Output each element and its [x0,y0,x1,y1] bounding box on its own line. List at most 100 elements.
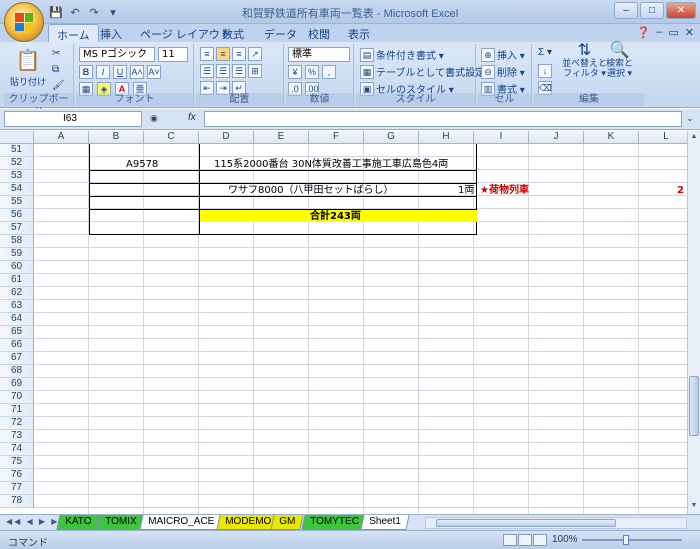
close-button[interactable]: ✕ [666,2,696,19]
sheet-tab-kato[interactable]: KATO [56,515,100,530]
number-format-box[interactable]: 標準 [288,47,350,62]
row-header-72[interactable]: 72 [0,417,34,430]
page-break-view-icon[interactable] [533,534,547,546]
row-header-61[interactable]: 61 [0,274,34,287]
align-center-icon[interactable]: ☰ [216,64,230,78]
fill-icon[interactable]: ↓ [538,64,552,78]
column-header-k[interactable]: K [584,131,639,144]
row-header-70[interactable]: 70 [0,391,34,404]
expand-formula-icon[interactable]: ⌄ [686,113,694,124]
minimize-button[interactable]: – [614,2,638,19]
column-header-j[interactable]: J [529,131,584,144]
merge-center-icon[interactable]: ⊞ [248,64,262,78]
scroll-down-icon[interactable]: ▼ [689,502,699,512]
row-header-75[interactable]: 75 [0,456,34,469]
align-top-icon[interactable]: ≡ [200,47,214,61]
cell-d55[interactable]: 合計243両 [310,210,361,223]
find-select-button[interactable]: 🔍 検索と 選択 ▾ [606,43,633,79]
delete-cells-button[interactable]: ⊖ 削除 ▾ [481,64,525,79]
cell-d52[interactable]: 115系2000番台 30N体質改善工事施工車広島色4両 [214,158,448,171]
row-header-53[interactable]: 53 [0,170,34,183]
row-header-51[interactable]: 51 [0,144,34,157]
tab-insert[interactable]: 挿入 [92,24,130,42]
column-header-a[interactable]: A [34,131,89,144]
row-header-69[interactable]: 69 [0,378,34,391]
comma-button[interactable]: , [322,65,336,79]
tab-data[interactable]: データ [256,24,305,42]
office-button[interactable] [4,2,44,42]
tab-review[interactable]: 校閲 [300,24,338,42]
column-header-b[interactable]: B [89,131,144,144]
function-icon[interactable]: fx [188,112,196,123]
underline-button[interactable]: U [113,65,127,79]
shrink-font-button[interactable]: A˅ [147,65,161,79]
column-header-e[interactable]: E [254,131,309,144]
zoom-level[interactable]: 100% [552,534,578,545]
row-header-78[interactable]: 78 [0,495,34,508]
select-all-corner[interactable] [0,131,34,144]
cell-d54[interactable]: ワサフ8000（八甲田セットばらし） [228,184,393,197]
font-size-box[interactable]: 11 [158,47,188,62]
cell-h54[interactable]: 1両 [458,184,474,197]
scroll-up-icon[interactable]: ▲ [689,133,699,143]
worksheet-grid[interactable]: ABCDEFGHIJKL 51 52 53 54 55 56 57 58 59 60 61 62 63 6… [0,131,687,514]
name-box[interactable]: I63 [4,111,142,127]
column-header-d[interactable]: D [199,131,254,144]
row-header-59[interactable]: 59 [0,248,34,261]
row-header-67[interactable]: 67 [0,352,34,365]
cut-icon[interactable]: ✂ [52,48,60,59]
row-header-66[interactable]: 66 [0,339,34,352]
align-right-icon[interactable]: ☰ [232,64,246,78]
column-header-i[interactable]: I [474,131,529,144]
row-header-56[interactable]: 56 [0,209,34,222]
sheet-tab-tomytec[interactable]: TOMYTEC [301,515,368,530]
column-header-g[interactable]: G [364,131,419,144]
row-header-77[interactable]: 77 [0,482,34,495]
percent-button[interactable]: % [305,65,319,79]
column-header-f[interactable]: F [309,131,364,144]
row-header-58[interactable]: 58 [0,235,34,248]
row-header-64[interactable]: 64 [0,313,34,326]
sheet-tab-sheet1[interactable]: Sheet1 [360,515,410,530]
format-painter-icon[interactable]: 🖌 [52,80,65,91]
align-middle-icon[interactable]: ≡ [216,47,230,61]
row-header-68[interactable]: 68 [0,365,34,378]
row-header-52[interactable]: 52 [0,157,34,170]
autosum-button[interactable]: Σ ▾ [538,47,552,58]
orientation-icon[interactable]: ↗ [248,47,262,61]
cell-b52[interactable]: A9578 [126,158,158,171]
vertical-scroll-thumb[interactable] [689,376,699,436]
cell-i54[interactable]: ★荷物列車 [480,184,529,197]
sheet-tab-tomix[interactable]: TOMIX [96,515,146,530]
zoom-slider-knob[interactable] [623,535,629,545]
row-header-71[interactable]: 71 [0,404,34,417]
column-header-l[interactable]: L [639,131,687,144]
column-header-h[interactable]: H [419,131,474,144]
sort-filter-button[interactable]: ⇅ 並べ替えと フィルタ ▾ [562,43,607,79]
align-left-icon[interactable]: ☰ [200,64,214,78]
page-layout-view-icon[interactable] [518,534,532,546]
cell-l54[interactable]: 2 [677,184,684,197]
row-header-73[interactable]: 73 [0,430,34,443]
row-header-63[interactable]: 63 [0,300,34,313]
horizontal-scrollbar[interactable] [425,517,687,529]
sheet-tab-gm[interactable]: GM [270,515,304,530]
row-header-60[interactable]: 60 [0,261,34,274]
formula-input[interactable] [204,111,682,127]
column-header-c[interactable]: C [144,131,199,144]
tab-view[interactable]: 表示 [340,24,378,42]
tab-formulas[interactable]: 数式 [214,24,252,42]
help-icon[interactable]: ❓ [637,26,651,39]
insert-cells-button[interactable]: ⊕ 挿入 ▾ [481,47,525,62]
conditional-format-button[interactable]: ▤ 条件付き書式 ▾ [360,47,444,62]
row-header-62[interactable]: 62 [0,287,34,300]
ribbon-close-icon[interactable]: ✕ [685,26,694,39]
format-as-table-button[interactable]: ▦ テーブルとして書式設定 ▾ [360,64,493,79]
font-name-box[interactable]: MS Pゴシック [79,47,155,62]
vertical-scrollbar[interactable]: ▲ ▼ [687,131,700,514]
zoom-slider[interactable] [582,539,682,541]
row-header-54[interactable]: 54 [0,183,34,196]
ribbon-restore-icon[interactable]: ▭ [668,26,678,39]
copy-icon[interactable]: ⧉ [52,64,59,75]
currency-icon[interactable]: ¥ [288,65,302,79]
